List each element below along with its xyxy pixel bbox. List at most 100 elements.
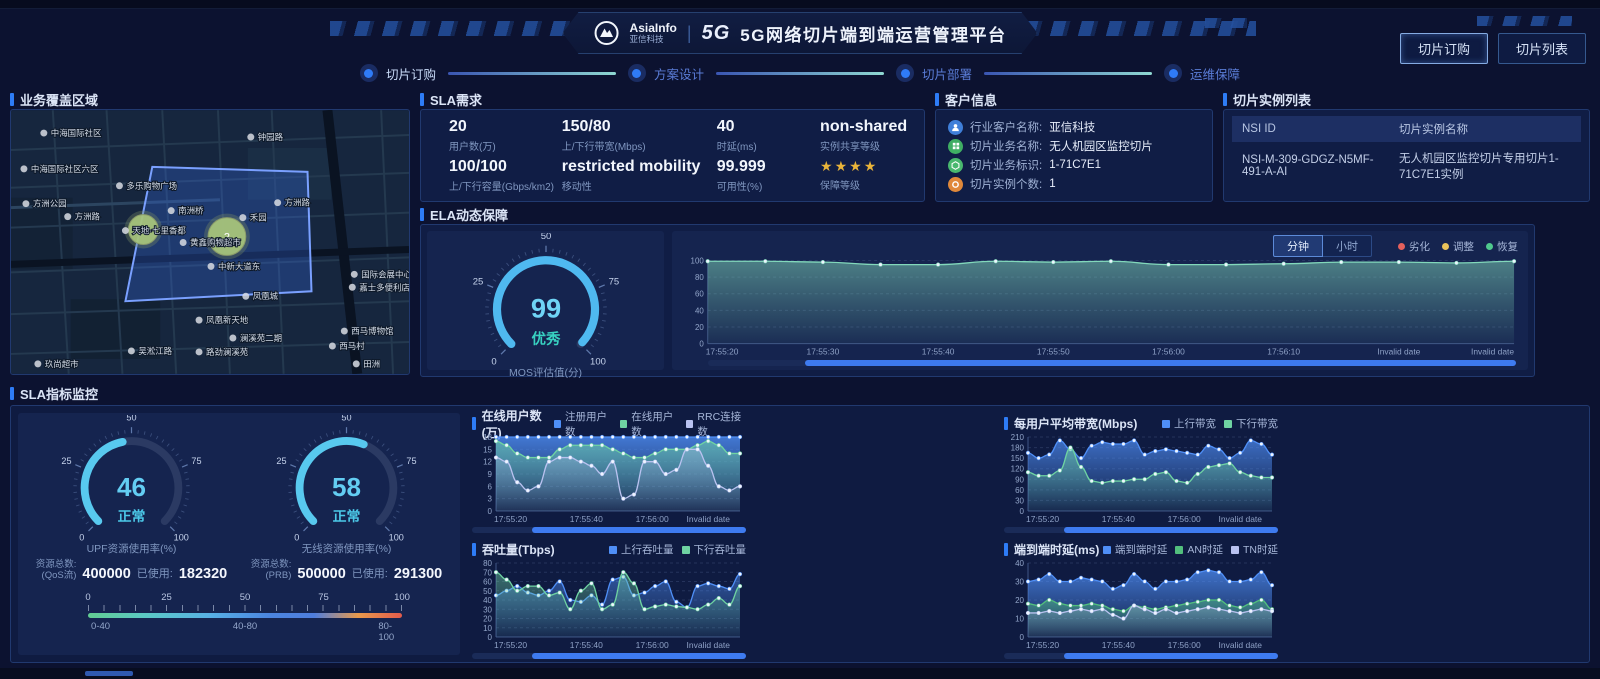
map-label: 玖尚超市 <box>45 359 79 369</box>
chart-scrollbar[interactable] <box>472 527 746 533</box>
avg-bandwidth-chart-title: 每用户平均带宽(Mbps) <box>1004 415 1137 432</box>
scrollbar-thumb[interactable] <box>532 527 746 533</box>
legend-item[interactable]: 端到端时延 <box>1103 542 1168 557</box>
svg-text:40: 40 <box>695 306 704 315</box>
legend-item[interactable]: 劣化 <box>1398 239 1430 254</box>
legend-item[interactable]: 下行吞吐量 <box>682 542 747 557</box>
svg-text:25: 25 <box>61 456 71 466</box>
legend-mark-icon <box>609 546 617 554</box>
mos-gauge-box: 025507510099优秀 MOS评估值(分) <box>427 231 664 370</box>
header: AsiaInfo亚信科技 | 5G 5G网络切片端到端运营管理平台 切片订购 切… <box>0 9 1600 59</box>
ela-assurance-panel: ELA动态保障 025507510099优秀 MOS评估值(分) 分钟 小时 劣… <box>420 205 1535 377</box>
instance-count-row: 切片实例个数: 1 <box>948 176 1200 192</box>
map-poi-icon <box>122 227 129 234</box>
svg-text:50: 50 <box>483 587 492 596</box>
ela-chart-scrollbar[interactable] <box>708 360 1516 366</box>
sla-requirements-panel: SLA需求 20用户数(万) 150/80上/下行带宽(Mbps) 40时延(m… <box>420 90 925 202</box>
svg-text:120: 120 <box>1011 465 1025 474</box>
legend-mark-icon <box>1103 546 1111 554</box>
svg-text:Invalid date: Invalid date <box>1471 347 1514 357</box>
latency-chart: 01020304017:55:2017:55:4017:56:00Invalid… <box>1004 558 1278 650</box>
mos-gauge-caption: MOS评估值(分) <box>509 365 582 380</box>
scrollbar-thumb[interactable] <box>532 653 746 659</box>
svg-text:20: 20 <box>695 323 704 332</box>
map-poi-icon <box>34 360 41 367</box>
legend-item[interactable]: 下行带宽 <box>1224 416 1278 431</box>
map-poi-icon <box>229 335 236 342</box>
map-poi-icon <box>351 271 358 278</box>
page-bottom-edge <box>0 668 1600 679</box>
svg-text:6: 6 <box>488 482 493 491</box>
legend-item[interactable]: 上行吞吐量 <box>609 542 674 557</box>
throughput-chart-title: 吞吐量(Tbps) <box>472 541 555 558</box>
map-poi-icon <box>242 293 249 300</box>
svg-text:12: 12 <box>483 458 492 467</box>
map-label: 黄鑫购物超市 <box>190 237 241 247</box>
customer-name-row: 行业客户名称: 亚信科技 <box>948 119 1200 135</box>
svg-text:Invalid date: Invalid date <box>1219 514 1263 524</box>
map-poi-icon <box>40 130 47 137</box>
radio-gauge-col: 025507510058正常 无线资源使用率(%) 资源总数:(PRB) 500… <box>239 415 454 582</box>
table-row[interactable]: NSI-M-309-GDGZ-N5MF-491-A-AI 无人机园区监控切片专用… <box>1232 142 1581 184</box>
chart-scrollbar[interactable] <box>1004 527 1278 533</box>
svg-text:80: 80 <box>483 559 492 568</box>
step-ops-assurance: 运维保障 <box>1164 64 1240 83</box>
slice-list-button[interactable]: 切片列表 <box>1498 33 1586 64</box>
map-label: 西马博物馆 <box>351 326 393 336</box>
grid-icon <box>948 139 963 154</box>
svg-text:75: 75 <box>406 456 416 466</box>
granularity-toggle: 分钟 小时 <box>1273 235 1372 257</box>
map-label: 中新大道东 <box>218 261 260 271</box>
step-connector <box>984 72 1152 75</box>
chart-scrollbar[interactable] <box>472 653 746 659</box>
svg-text:30: 30 <box>483 605 492 614</box>
legend-mark-icon <box>1398 243 1405 250</box>
minute-toggle-button[interactable]: 分钟 <box>1273 235 1323 257</box>
legend-item[interactable]: TN时延 <box>1231 542 1278 557</box>
step-dot-icon <box>628 64 646 82</box>
legend-item[interactable]: AN时延 <box>1175 542 1223 557</box>
scrollbar-thumb[interactable] <box>805 360 1516 366</box>
throughput-chart: 0102030405060708017:55:2017:55:4017:56:0… <box>472 558 746 650</box>
upf-usage-gauge: 025507510046正常 <box>29 415 234 547</box>
hazard-stripes-small <box>1205 18 1247 28</box>
legend-item[interactable]: 恢复 <box>1486 239 1518 254</box>
svg-text:0: 0 <box>699 340 704 349</box>
map-label: 南洲桥 <box>178 206 204 216</box>
svg-text:17:55:40: 17:55:40 <box>570 640 603 650</box>
svg-text:17:55:20: 17:55:20 <box>494 514 527 524</box>
coverage-panel: 业务覆盖区域 12 中海国际社区钟园路中海国际社区六区多乐购物广场方洲公园方 <box>10 90 410 377</box>
svg-text:60: 60 <box>695 290 704 299</box>
chart-scrollbar[interactable] <box>1004 653 1278 659</box>
hour-toggle-button[interactable]: 小时 <box>1323 235 1372 257</box>
map-label: 钟园路 <box>258 132 284 142</box>
svg-text:Invalid date: Invalid date <box>1219 640 1263 650</box>
sla-monitor-section: SLA指标监控 025507510046正常 UPF资源使用率(%) 资源总数:… <box>0 384 1600 663</box>
legend-item[interactable]: 调整 <box>1442 239 1474 254</box>
map-poi-icon <box>349 284 356 291</box>
scrollbar-thumb[interactable] <box>1064 653 1278 659</box>
scrollbar-thumb[interactable] <box>1064 527 1278 533</box>
svg-text:17:56:00: 17:56:00 <box>1152 347 1185 357</box>
horizontal-scrollbar[interactable] <box>85 671 133 676</box>
slice-order-button[interactable]: 切片订购 <box>1400 33 1488 64</box>
svg-text:0: 0 <box>1020 507 1025 516</box>
coverage-map[interactable]: 12 中海国际社区钟园路中海国际社区六区多乐购物广场方洲公园方洲路南洲桥方洲路禾… <box>10 109 410 375</box>
legend-mark-icon <box>1175 546 1183 554</box>
legend-item[interactable]: 上行带宽 <box>1162 416 1216 431</box>
sla-item-users: 20用户数(万) <box>449 116 562 156</box>
legend-mark-icon <box>554 420 561 428</box>
instance-list-title: 切片实例列表 <box>1223 90 1590 109</box>
svg-text:100: 100 <box>691 256 705 265</box>
svg-text:17:55:40: 17:55:40 <box>1102 514 1135 524</box>
svg-text:180: 180 <box>1011 444 1025 453</box>
svg-text:Invalid date: Invalid date <box>1377 347 1420 357</box>
map-label: 吴淞江路 <box>138 346 172 356</box>
svg-text:58: 58 <box>332 472 361 502</box>
svg-text:17:55:20: 17:55:20 <box>706 347 739 357</box>
map-label: 方洲路 <box>285 198 311 208</box>
step-slice-deploy: 切片部署 <box>896 64 972 83</box>
svg-text:3: 3 <box>488 495 493 504</box>
svg-text:20: 20 <box>1015 596 1024 605</box>
stars-rating-icon: ★★★★ <box>820 158 914 175</box>
